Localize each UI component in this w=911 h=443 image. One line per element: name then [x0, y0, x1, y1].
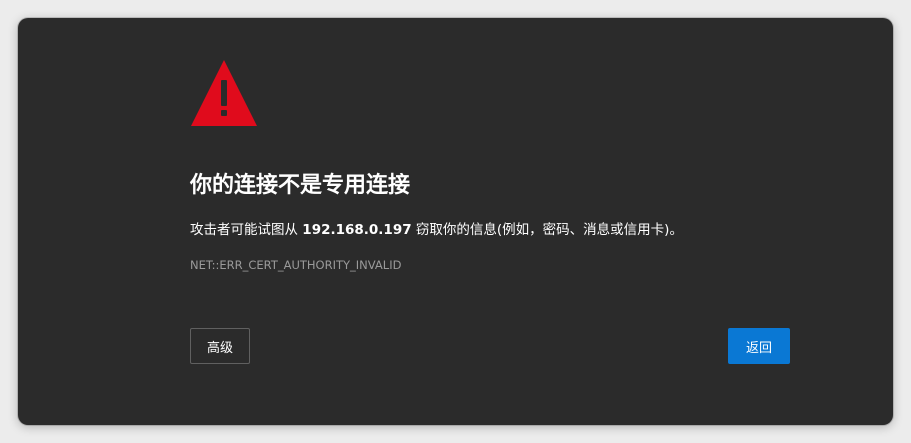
host-address: 192.168.0.197: [302, 222, 412, 238]
back-button[interactable]: 返回: [728, 328, 790, 364]
warning-message: 攻击者可能试图从 192.168.0.197 窃取你的信息(例如，密码、消息或信…: [190, 220, 683, 240]
error-code: NET::ERR_CERT_AUTHORITY_INVALID: [190, 258, 402, 272]
warning-triangle-icon: [191, 60, 257, 126]
message-prefix: 攻击者可能试图从: [190, 222, 303, 238]
advanced-button[interactable]: 高级: [190, 328, 250, 364]
message-suffix: 窃取你的信息(例如，密码、消息或信用卡)。: [411, 222, 683, 238]
browser-error-page: 你的连接不是专用连接 攻击者可能试图从 192.168.0.197 窃取你的信息…: [18, 18, 893, 425]
page-title: 你的连接不是专用连接: [190, 173, 411, 198]
error-content: 你的连接不是专用连接 攻击者可能试图从 192.168.0.197 窃取你的信息…: [190, 58, 790, 398]
